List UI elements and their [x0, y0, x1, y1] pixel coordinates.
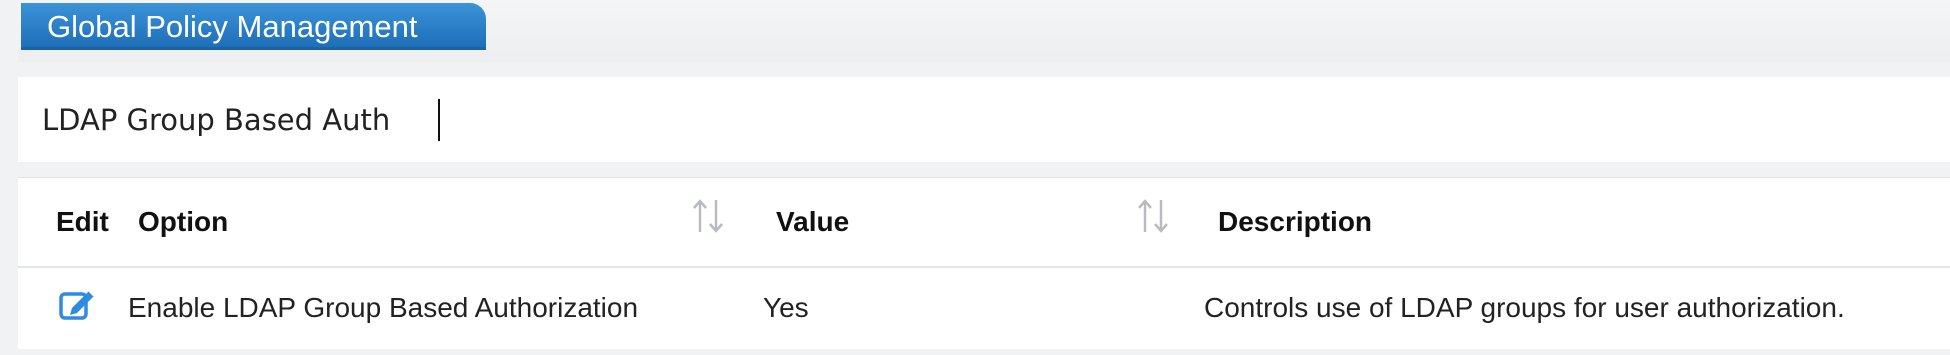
column-header-option[interactable]: Option: [138, 178, 228, 266]
sort-arrows-icon[interactable]: [1136, 196, 1170, 236]
table-header: Edit Option Value Description: [18, 178, 1950, 268]
table-row: Enable LDAP Group Based Authorization Ye…: [18, 268, 1950, 348]
search-panel: [18, 77, 1950, 162]
cell-value: Yes: [763, 292, 809, 323]
text-caret: [438, 99, 440, 141]
column-header-edit: Edit: [56, 206, 109, 237]
column-header-description: Description: [1218, 206, 1373, 237]
left-edge: [0, 0, 14, 355]
search-input[interactable]: [42, 95, 1922, 145]
tab-global-policy-management[interactable]: Global Policy Management: [21, 3, 486, 50]
edit-pencil-icon[interactable]: [58, 286, 96, 322]
column-header-value[interactable]: Value: [776, 178, 849, 266]
tab-strip: Global Policy Management: [18, 0, 1950, 62]
sort-arrows-icon[interactable]: [691, 196, 725, 236]
cell-description: Controls use of LDAP groups for user aut…: [1204, 292, 1845, 323]
cell-option: Enable LDAP Group Based Authorization: [128, 292, 639, 323]
policy-page: Global Policy Management Edit Option Val…: [0, 0, 1950, 355]
policy-table: Edit Option Value Description Enable LDA…: [18, 177, 1950, 349]
